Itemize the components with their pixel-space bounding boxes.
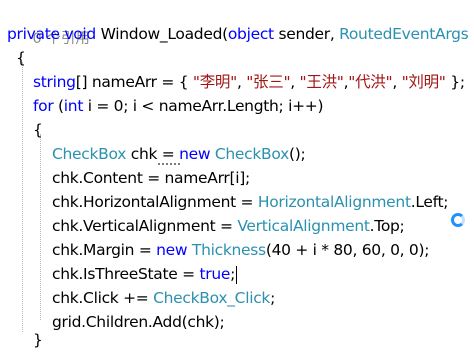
three-state-line: chk.IsThreeState = true; [52,262,238,286]
three-state-lhs: chk.IsThreeState = [52,265,200,283]
string-literal-1: "李明" [192,73,237,91]
grid-add-line: grid.Children.Add(chk); [52,310,225,334]
param-sender: sender, [273,25,340,43]
indent-guide-for [40,134,41,320]
valign-lhs: chk.VerticalAlignment = [52,217,238,235]
click-lhs: chk.Click += [52,289,154,307]
add-args: (chk); [181,313,225,331]
separator: , [392,73,402,91]
method-signature-line: private void Window_Loaded(object sender… [7,22,474,46]
type-thickness: Thickness [191,241,266,259]
handler-checkbox-click: CheckBox_Click [153,289,271,307]
keyword-int: int [63,97,84,115]
method-open-brace: { [16,46,26,70]
for-header: i = 0; i < nameArr.Length; i++) [83,97,324,115]
keyword-new: new [179,145,211,163]
semicolon: ; [230,265,236,283]
param-e: e) [468,25,474,43]
vertical-alignment-line: chk.VerticalAlignment = VerticalAlignmen… [52,214,405,238]
type-checkbox: CheckBox [52,145,127,163]
separator: , [290,73,300,91]
horizontal-alignment-line: chk.HorizontalAlignment = HorizontalAlig… [52,190,449,214]
loading-spinner-icon [451,213,465,227]
indent-guide-method [22,62,23,332]
for-loop-line: for (int i = 0; i < nameArr.Length; i++) [33,94,324,118]
string-literal-5: "刘明" [401,73,446,91]
click-handler-line: chk.Click += CheckBox_Click; [52,286,275,310]
array-declaration-line: string[] nameArr = { "李明", "张三", "王洪","代… [33,70,465,94]
keyword-true: true [199,265,231,283]
separator: , [236,73,247,91]
string-literal-3: "王洪" [299,73,344,91]
brace-open: { [16,49,26,67]
type-checkbox-ctor: CheckBox [214,145,289,163]
semicolon: ; [270,289,276,307]
code-editor[interactable]: 0 个引用 private void Window_Loaded(object … [0,0,474,349]
array-end: }; [445,73,465,91]
keyword-void: void [64,25,96,43]
keyword-new: new [156,241,188,259]
grid-children: grid.Children. [52,313,153,331]
valign-rhs: .Top; [369,217,405,235]
for-close-brace: } [33,328,43,352]
string-literal-2: "张三" [246,73,291,91]
string-literal-4: "代洪" [348,73,393,91]
type-verticalalignment: VerticalAlignment [237,217,370,235]
method-add: Add [152,313,182,331]
method-name: Window_Loaded( [95,25,229,43]
array-decl: [] nameArr = { [75,73,193,91]
ctor-end: (); [288,145,306,163]
margin-line: chk.Margin = new Thickness(40 + i * 80, … [52,238,429,262]
keyword-string: string [33,73,76,91]
margin-rhs: (40 + i * 80, 60, 0, 0); [265,241,430,259]
halign-rhs: .Left; [410,193,449,211]
keyword-private: private [7,25,60,43]
brace-close: } [33,331,43,349]
text-caret [236,265,238,284]
keyword-for: for [33,97,54,115]
content-line: chk.Content = nameArr[i]; [52,166,250,190]
for-open-brace: { [33,118,43,142]
paren-open: ( [53,97,64,115]
keyword-object: object [227,25,274,43]
suggestion-squiggle [158,161,180,165]
type-horizontalalignment: HorizontalAlignment [257,193,411,211]
content-assignment: chk.Content = nameArr[i]; [52,169,250,187]
halign-lhs: chk.HorizontalAlignment = [52,193,258,211]
type-routedeventargs: RoutedEventArgs [339,25,469,43]
margin-lhs: chk.Margin = [52,241,157,259]
brace-open: { [33,121,43,139]
